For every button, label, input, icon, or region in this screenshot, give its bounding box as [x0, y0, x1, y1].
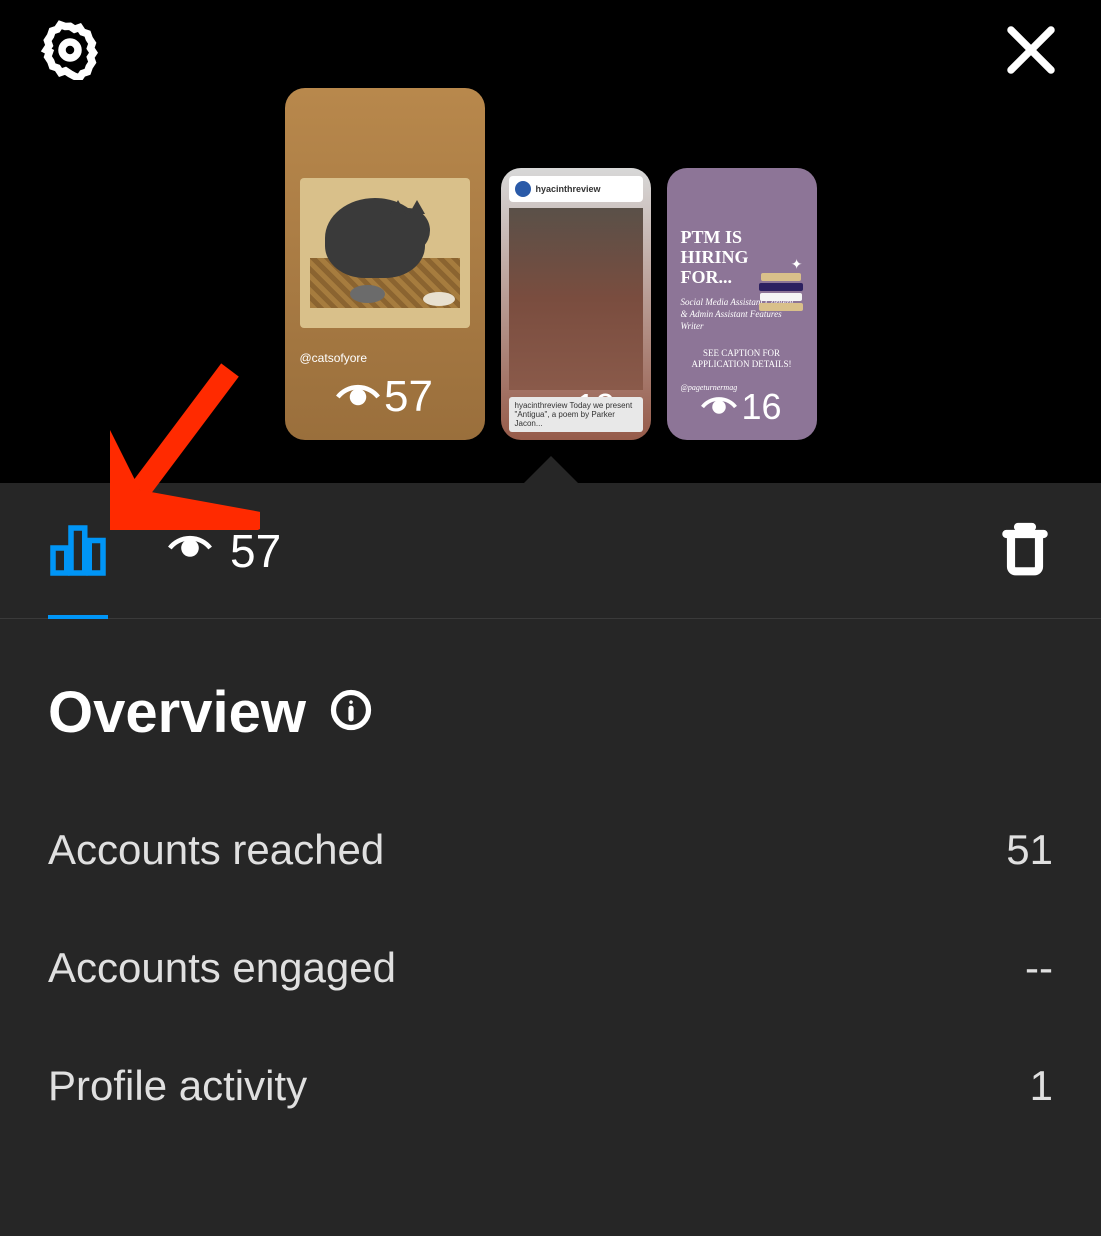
metric-value: 51: [1006, 826, 1053, 874]
story-thumbnail-1[interactable]: @catsofyore 57: [285, 88, 485, 440]
story-views: 16: [667, 386, 817, 440]
story-views-count: 57: [384, 372, 433, 422]
story-caption: @catsofyore: [300, 351, 368, 365]
sparkle-icon: ✦: [791, 256, 803, 273]
info-icon[interactable]: [330, 689, 372, 736]
story-handle: hyacinthreview: [536, 184, 601, 194]
metric-accounts-reached[interactable]: Accounts reached 51: [48, 826, 1053, 874]
delete-button[interactable]: [997, 518, 1053, 583]
story-thumbnail-3[interactable]: PTM IS HIRING FOR... Social Media Assist…: [667, 168, 817, 440]
metric-accounts-engaged[interactable]: Accounts engaged --: [48, 944, 1053, 992]
settings-icon[interactable]: [40, 20, 100, 85]
story-views-count: 16: [741, 386, 781, 428]
hiring-handle: @pageturnermag: [681, 383, 738, 392]
stories-carousel: @catsofyore 57 hyacinthreview hyacinthre…: [0, 80, 1101, 440]
tab-viewers[interactable]: 57: [168, 524, 281, 578]
metric-label: Accounts engaged: [48, 944, 396, 992]
story-image: [300, 178, 470, 328]
insights-panel: 57 Overview Accounts reached 51: [0, 483, 1101, 1236]
story-footer: hyacinthreview Today we present "Antigua…: [509, 397, 643, 432]
books-icon: [759, 273, 803, 313]
close-icon[interactable]: [1001, 20, 1061, 85]
trash-icon: [997, 518, 1053, 578]
viewers-count: 57: [230, 524, 281, 578]
hiring-title: PTM IS HIRING FOR...: [681, 228, 761, 287]
story-image: [509, 208, 643, 390]
carousel-pointer: [523, 456, 579, 484]
metric-profile-activity[interactable]: Profile activity 1: [48, 1062, 1053, 1110]
overview-section: Overview Accounts reached 51 Accounts en…: [0, 619, 1101, 1110]
metric-label: Accounts reached: [48, 826, 384, 874]
eye-icon: [336, 382, 380, 412]
tab-insights[interactable]: [48, 483, 108, 618]
bar-chart-icon: [48, 518, 108, 583]
story-post-header: hyacinthreview: [509, 176, 643, 202]
avatar-icon: [515, 181, 531, 197]
metric-value: --: [1025, 944, 1053, 992]
tab-bar: 57: [0, 483, 1101, 619]
overview-header: Overview: [48, 679, 1053, 746]
hiring-caption: SEE CAPTION FOR APPLICATION DETAILS!: [681, 348, 803, 370]
story-views: 57: [285, 372, 485, 440]
eye-icon: [701, 395, 737, 419]
metric-value: 1: [1030, 1062, 1053, 1110]
story-thumbnail-2[interactable]: hyacinthreview hyacinthreview Today we p…: [501, 168, 651, 440]
metric-label: Profile activity: [48, 1062, 307, 1110]
overview-title: Overview: [48, 679, 306, 746]
eye-icon: [168, 532, 212, 569]
